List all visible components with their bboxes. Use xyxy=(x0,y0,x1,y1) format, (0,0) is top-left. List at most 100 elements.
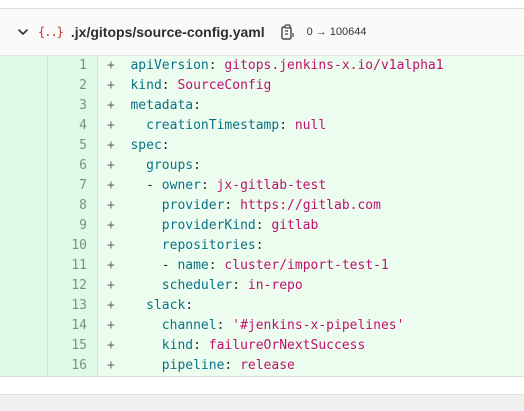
old-line-number[interactable] xyxy=(0,276,48,296)
mode-new: 100644 xyxy=(329,26,367,38)
yaml-icon: {..} xyxy=(38,25,64,39)
diff-line: 15 + kind: failureOrNextSuccess xyxy=(0,336,524,356)
yaml-key: kind xyxy=(130,78,162,93)
line-content: + pipeline: release xyxy=(98,356,524,376)
old-line-number[interactable] xyxy=(0,336,48,356)
diff-line: 8 + provider: https://gitlab.com xyxy=(0,196,524,216)
list-dash: - xyxy=(161,258,178,273)
line-content: + - owner: jx-gitlab-test xyxy=(98,176,524,196)
yaml-key: providerKind xyxy=(161,218,256,233)
new-line-number[interactable]: 14 xyxy=(48,316,98,336)
yaml-value: gitops.jenkins-x.io/v1alpha1 xyxy=(224,58,444,73)
diff-line: 1 + apiVersion: gitops.jenkins-x.io/v1alp… xyxy=(0,56,524,76)
yaml-key: owner xyxy=(161,178,201,193)
chevron-down-icon[interactable] xyxy=(16,25,30,39)
new-line-number[interactable]: 10 xyxy=(48,236,98,256)
old-line-number[interactable] xyxy=(0,216,48,236)
line-content: + scheduler: in-repo xyxy=(98,276,524,296)
diff-line: 10 + repositories: xyxy=(0,236,524,256)
file-header[interactable]: {..} .jx/gitops/source-config.yaml 0 → 1… xyxy=(0,9,524,56)
old-line-number[interactable] xyxy=(0,56,48,76)
diff-file: {..} .jx/gitops/source-config.yaml 0 → 1… xyxy=(0,8,524,377)
line-content: + slack: xyxy=(98,296,524,316)
diff-line: 9 + providerKind: gitlab xyxy=(0,216,524,236)
diff-line: 11 + - name: cluster/import-test-1 xyxy=(0,256,524,276)
old-line-number[interactable] xyxy=(0,96,48,116)
line-content: + apiVersion: gitops.jenkins-x.io/v1alph… xyxy=(98,56,524,76)
yaml-value: SourceConfig xyxy=(177,78,272,93)
list-dash: - xyxy=(146,178,162,193)
old-line-number[interactable] xyxy=(0,76,48,96)
line-content: + - name: cluster/import-test-1 xyxy=(98,256,524,276)
yaml-value: cluster/import-test-1 xyxy=(224,258,389,273)
old-line-number[interactable] xyxy=(0,156,48,176)
diff-line: 2 + kind: SourceConfig xyxy=(0,76,524,96)
old-line-number[interactable] xyxy=(0,116,48,136)
yaml-value: null xyxy=(294,118,327,133)
new-line-number[interactable]: 16 xyxy=(48,356,98,376)
copy-file-path-icon[interactable] xyxy=(279,23,297,41)
yaml-key: spec xyxy=(130,138,162,153)
diff-line: 5 + spec: xyxy=(0,136,524,156)
diff-line: 6 + groups: xyxy=(0,156,524,176)
new-line-number[interactable]: 6 xyxy=(48,156,98,176)
diff-line: 13 + slack: xyxy=(0,296,524,316)
yaml-value: release xyxy=(240,358,295,373)
arrow-right-icon: → xyxy=(315,26,327,38)
yaml-value: failureOrNextSuccess xyxy=(208,338,366,353)
yaml-key: metadata xyxy=(130,98,194,113)
new-line-number[interactable]: 5 xyxy=(48,136,98,156)
old-line-number[interactable] xyxy=(0,316,48,336)
diff-line: 3 + metadata: xyxy=(0,96,524,116)
line-content: + kind: SourceConfig xyxy=(98,76,524,96)
yaml-key: apiVersion xyxy=(130,58,209,73)
old-line-number[interactable] xyxy=(0,196,48,216)
diff-line: 16 + pipeline: release xyxy=(0,356,524,376)
new-line-number[interactable]: 7 xyxy=(48,176,98,196)
old-line-number[interactable] xyxy=(0,296,48,316)
next-file-header xyxy=(0,394,524,411)
new-line-number[interactable]: 3 xyxy=(48,96,98,116)
yaml-key: creationTimestamp xyxy=(146,118,280,133)
line-content: + providerKind: gitlab xyxy=(98,216,524,236)
old-line-number[interactable] xyxy=(0,136,48,156)
new-line-number[interactable]: 12 xyxy=(48,276,98,296)
new-line-number[interactable]: 11 xyxy=(48,256,98,276)
new-line-number[interactable]: 13 xyxy=(48,296,98,316)
diff-line: 14 + channel: '#jenkins-x-pipelines' xyxy=(0,316,524,336)
old-line-number[interactable] xyxy=(0,256,48,276)
line-content: + channel: '#jenkins-x-pipelines' xyxy=(98,316,524,336)
old-line-number[interactable] xyxy=(0,236,48,256)
file-path[interactable]: .jx/gitops/source-config.yaml xyxy=(71,24,265,40)
old-line-number[interactable] xyxy=(0,356,48,376)
line-content: + spec: xyxy=(98,136,524,156)
yaml-key: groups xyxy=(146,158,194,173)
new-line-number[interactable]: 15 xyxy=(48,336,98,356)
yaml-key: repositories xyxy=(161,238,256,253)
yaml-key: provider xyxy=(161,198,225,213)
yaml-key: name xyxy=(177,258,209,273)
line-content: + metadata: xyxy=(98,96,524,116)
new-line-number[interactable]: 9 xyxy=(48,216,98,236)
old-line-number[interactable] xyxy=(0,176,48,196)
line-content: + provider: https://gitlab.com xyxy=(98,196,524,216)
yaml-value: '#jenkins-x-pipelines' xyxy=(232,318,405,333)
yaml-value: https://gitlab.com xyxy=(240,198,381,213)
new-line-number[interactable]: 1 xyxy=(48,56,98,76)
yaml-value: gitlab xyxy=(271,218,319,233)
new-line-number[interactable]: 4 xyxy=(48,116,98,136)
file-mode-change: 0 → 100644 xyxy=(307,26,367,38)
diff-table: 1 + apiVersion: gitops.jenkins-x.io/v1alp… xyxy=(0,56,524,377)
new-line-number[interactable]: 8 xyxy=(48,196,98,216)
new-line-number[interactable]: 2 xyxy=(48,76,98,96)
